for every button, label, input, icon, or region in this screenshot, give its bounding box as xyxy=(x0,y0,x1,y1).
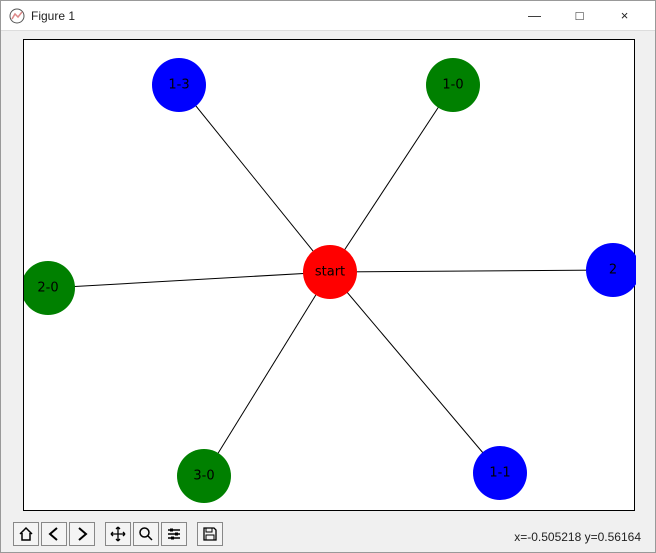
maximize-button[interactable]: □ xyxy=(557,2,602,30)
sliders-icon xyxy=(166,526,182,542)
node-label-1-3: 1-3 xyxy=(168,78,189,93)
edge xyxy=(330,85,453,272)
canvas-area: 1-3 1-0 2 1-1 3-0 2-0 start xyxy=(1,31,655,552)
forward-icon xyxy=(74,526,90,542)
back-button[interactable] xyxy=(41,522,67,546)
app-icon xyxy=(9,8,25,24)
pan-icon xyxy=(110,526,126,542)
zoom-button[interactable] xyxy=(133,522,159,546)
titlebar: Figure 1 — □ × xyxy=(1,1,655,31)
edge xyxy=(330,272,500,473)
close-button[interactable]: × xyxy=(602,2,647,30)
save-icon xyxy=(202,526,218,542)
graph-svg: 1-3 1-0 2 1-1 3-0 2-0 start xyxy=(24,40,636,512)
edge xyxy=(330,270,613,272)
figure-window: Figure 1 — □ × 1-3 1-0 2 1-1 3-0 2-0 start xyxy=(0,0,656,553)
home-button[interactable] xyxy=(13,522,39,546)
node-label-2: 2 xyxy=(609,263,617,278)
node-label-3-0: 3-0 xyxy=(193,469,214,484)
pan-button[interactable] xyxy=(105,522,131,546)
configure-button[interactable] xyxy=(161,522,187,546)
node-label-2-0: 2-0 xyxy=(37,281,58,296)
plot-area[interactable]: 1-3 1-0 2 1-1 3-0 2-0 start xyxy=(23,39,635,511)
minimize-button[interactable]: — xyxy=(512,2,557,30)
node-label-1-0: 1-0 xyxy=(442,78,463,93)
forward-button[interactable] xyxy=(69,522,95,546)
node-label-1-1: 1-1 xyxy=(489,466,510,481)
save-button[interactable] xyxy=(197,522,223,546)
node-label-start: start xyxy=(315,265,345,280)
zoom-icon xyxy=(138,526,154,542)
edge xyxy=(204,272,330,476)
home-icon xyxy=(18,526,34,542)
cursor-coords: x=-0.505218 y=0.56164 xyxy=(514,530,641,544)
nav-toolbar xyxy=(13,522,223,546)
edge xyxy=(179,85,330,272)
window-title: Figure 1 xyxy=(31,9,512,23)
back-icon xyxy=(46,526,62,542)
edge xyxy=(48,272,330,288)
